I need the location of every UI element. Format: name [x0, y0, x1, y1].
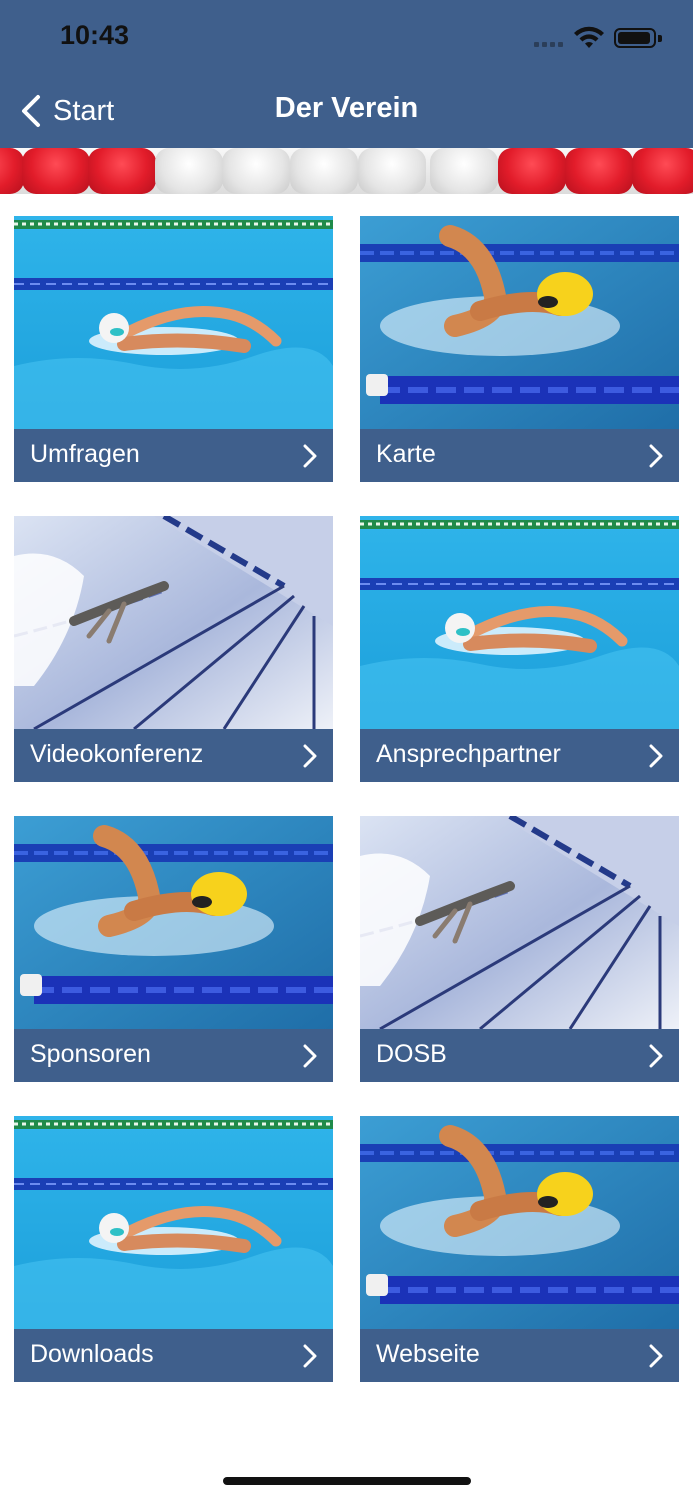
tile-caption: Downloads [14, 1329, 333, 1382]
tile-caption: Videokonferenz [14, 729, 333, 782]
tile-photo [14, 1116, 333, 1329]
tile-dosb[interactable]: DOSB [360, 816, 679, 1082]
chevron-right-icon [303, 444, 317, 468]
tile-photo [360, 216, 679, 429]
chevron-right-icon [649, 1044, 663, 1068]
tile-caption: Ansprechpartner [360, 729, 679, 782]
tile-photo [14, 216, 333, 429]
tile-label: Videokonferenz [30, 740, 204, 768]
tile-label: DOSB [376, 1040, 447, 1068]
tile-photo [360, 516, 679, 729]
tile-label: Umfragen [30, 440, 140, 468]
tile-umfragen[interactable]: Umfragen [14, 216, 333, 482]
navigation-bar: 10:43 Start Der Verein [0, 0, 693, 148]
status-time: 10:43 [60, 20, 130, 50]
tile-caption: Sponsoren [14, 1029, 333, 1082]
tile-caption: Karte [360, 429, 679, 482]
chevron-right-icon [303, 1044, 317, 1068]
tile-label: Ansprechpartner [376, 740, 561, 768]
tile-label: Karte [376, 440, 436, 468]
wifi-icon [574, 26, 604, 48]
tile-webseite[interactable]: Webseite [360, 1116, 679, 1382]
tile-caption: Umfragen [14, 429, 333, 482]
tile-photo [14, 816, 333, 1029]
page-title: Der Verein [274, 92, 419, 124]
tile-photo [14, 516, 333, 729]
chevron-right-icon [303, 744, 317, 768]
chevron-right-icon [649, 1344, 663, 1368]
tile-downloads[interactable]: Downloads [14, 1116, 333, 1382]
tile-photo [360, 1116, 679, 1329]
lane-rope-banner [0, 148, 693, 194]
tile-label: Webseite [376, 1340, 480, 1368]
tile-karte[interactable]: Karte [360, 216, 679, 482]
home-indicator[interactable] [223, 1477, 471, 1485]
battery-icon [614, 28, 662, 48]
tile-sponsoren[interactable]: Sponsoren [14, 816, 333, 1082]
chevron-right-icon [649, 444, 663, 468]
chevron-right-icon [649, 744, 663, 768]
tile-videokonferenz[interactable]: Videokonferenz [14, 516, 333, 782]
tile-ansprechpartner[interactable]: Ansprechpartner [360, 516, 679, 782]
tile-photo [360, 816, 679, 1029]
chevron-right-icon [303, 1344, 317, 1368]
tile-caption: Webseite [360, 1329, 679, 1382]
tile-label: Downloads [30, 1340, 154, 1368]
tile-caption: DOSB [360, 1029, 679, 1082]
tile-label: Sponsoren [30, 1040, 151, 1068]
cellular-signal-icon [534, 42, 563, 47]
